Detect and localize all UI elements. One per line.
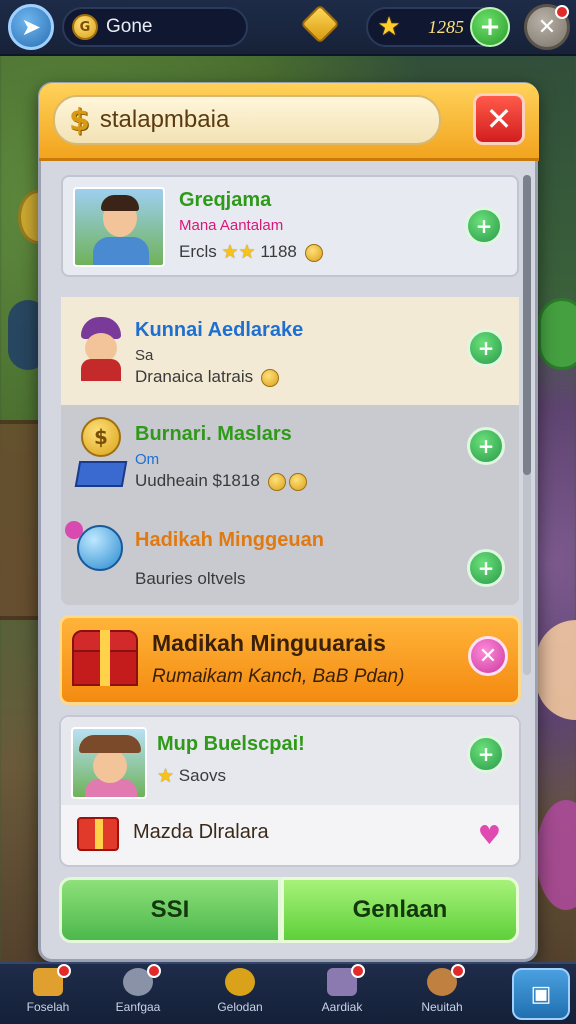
box-icon — [327, 964, 365, 996]
nav-label: Gelodan — [217, 1000, 263, 1014]
notification-dot — [451, 964, 465, 978]
star-icon: ★ — [377, 12, 401, 42]
item-detail-label: Dranaica latrais — [135, 367, 254, 386]
camera-icon: ▣ — [530, 981, 552, 1007]
helmet-icon — [123, 964, 161, 996]
coin-icon — [267, 472, 286, 491]
item-detail: Uudheain $1818 — [135, 471, 307, 491]
bonus-title: Mup Buelscpai! — [157, 733, 305, 755]
item-detail-value: 1188 — [260, 241, 297, 261]
item-subtitle: Sa — [135, 347, 154, 364]
item-detail: Ercls ★★ 1188 — [179, 241, 323, 264]
item-detail: Bauries oltvels — [135, 569, 246, 588]
home-icon — [33, 964, 71, 996]
back-arrow-icon: ➤ — [20, 13, 42, 41]
star-icon: ★★ — [221, 242, 256, 263]
panel-header: $ stalapmbaia ✕ — [39, 83, 539, 161]
nav-label: Foselah — [26, 1000, 70, 1014]
panel-title-box: $ stalapmbaia — [53, 95, 441, 145]
coin-icon — [225, 968, 255, 996]
character-icon — [73, 317, 129, 381]
camera-button[interactable]: ▣ — [512, 968, 570, 1020]
gem-icon — [300, 4, 340, 44]
nav-item-home[interactable]: Foselah — [0, 964, 96, 1024]
top-bar: ➤ G Gone ★ 1285 + ✕ — [0, 0, 576, 56]
close-icon: ✕ — [537, 14, 557, 40]
add-button[interactable]: + — [467, 735, 505, 773]
item-title: Kunnai Aedlarake — [135, 319, 304, 341]
nav-label: Neuitah — [421, 1000, 463, 1014]
featured-reward-card[interactable]: Madikah Minguuarais Rumaikam Kanch, BaB … — [59, 615, 521, 705]
add-button[interactable]: + — [465, 207, 503, 245]
dismiss-featured-button[interactable]: ✕ — [468, 636, 508, 676]
cookie-icon — [427, 964, 465, 996]
avatar-cowboy — [71, 727, 147, 799]
item-title: Hadikah Minggeuan — [135, 529, 324, 551]
featured-subtitle: Rumaikam Kanch, BaB Pdan) — [152, 666, 405, 687]
reward-label: Mazda Dlralara — [133, 821, 269, 843]
coin-icon — [304, 243, 323, 262]
nav-item-5[interactable]: Neuitah — [394, 964, 490, 1024]
stars-pill: ★ 1285 + — [366, 7, 510, 47]
close-panel-button[interactable]: ✕ — [473, 93, 525, 145]
nav-item-4[interactable]: Aardiak — [294, 964, 390, 1024]
close-game-button[interactable]: ✕ — [524, 4, 570, 50]
bonus-subtitle-text: Saovs — [178, 765, 227, 785]
magic-orb-icon — [65, 521, 127, 581]
currency-label: Gone — [106, 16, 153, 37]
heart-icon[interactable]: ♥ — [478, 821, 501, 851]
bonus-card[interactable]: Mup Buelscpai! ★ Saovs + Mazda Dlralara … — [59, 715, 521, 867]
coin-icon: G — [72, 14, 98, 40]
star-icon: ★ — [157, 766, 175, 787]
secondary-button[interactable]: SSI — [59, 877, 281, 943]
gift-icon — [77, 817, 119, 851]
item-detail-label: Ercls — [179, 241, 217, 261]
scrollbar-thumb[interactable] — [523, 175, 531, 475]
avatar-boy — [73, 187, 165, 267]
back-button[interactable]: ➤ — [8, 4, 54, 50]
bottom-navigation: Foselah Eanfgaa Gelodan Aardiak Neuitah … — [0, 962, 576, 1024]
item-title: Burnari. Maslars — [135, 423, 292, 445]
add-button[interactable]: + — [467, 427, 505, 465]
nav-item-3[interactable]: Gelodan — [192, 968, 288, 1024]
coin-icon — [288, 472, 307, 491]
list-item[interactable]: $ Burnari. Maslars Om Uudheain $1818 + — [61, 405, 519, 511]
item-title: Greqjama — [179, 189, 272, 211]
notification-dot — [351, 964, 365, 978]
add-button[interactable]: + — [467, 329, 505, 367]
nav-item-2[interactable]: Eanfgaa — [90, 964, 186, 1024]
item-detail-label: Uudheain — [135, 471, 208, 490]
reward-panel: $ stalapmbaia ✕ Greqjama Mana Aantalam E… — [38, 82, 539, 962]
list-item[interactable]: Greqjama Mana Aantalam Ercls ★★ 1188 + — [61, 175, 519, 277]
treasure-chest-icon — [72, 630, 138, 686]
notification-dot — [57, 964, 71, 978]
nav-label: Eanfgaa — [115, 1000, 161, 1014]
item-detail-value: $1818 — [212, 471, 260, 490]
add-button[interactable]: + — [467, 549, 505, 587]
background-button — [538, 298, 576, 370]
bonus-subtitle: ★ Saovs — [157, 765, 226, 788]
notification-dot — [147, 964, 161, 978]
item-detail: Dranaica latrais — [135, 367, 279, 387]
currency-pill[interactable]: G Gone — [62, 7, 248, 47]
panel-title: stalapmbaia — [99, 106, 230, 133]
featured-title: Madikah Minguuarais — [152, 630, 386, 656]
notification-dot — [555, 5, 569, 19]
list-item[interactable]: Kunnai Aedlarake Sa Dranaica latrais + — [61, 297, 519, 405]
coin-icon — [260, 368, 279, 387]
item-subtitle: Mana Aantalam — [179, 217, 284, 234]
item-subtitle: Om — [135, 451, 160, 468]
list-item[interactable]: Hadikah Minggeuan Bauries oltvels + — [61, 511, 519, 605]
primary-button[interactable]: Genlaan — [281, 877, 519, 943]
add-stars-button[interactable]: + — [470, 7, 510, 47]
scrollbar[interactable] — [523, 175, 531, 675]
nav-label: Aardiak — [321, 1000, 363, 1014]
star-count: 1285 — [428, 17, 464, 37]
dollar-icon: $ — [69, 102, 90, 138]
coin-stack-icon: $ — [74, 417, 129, 493]
